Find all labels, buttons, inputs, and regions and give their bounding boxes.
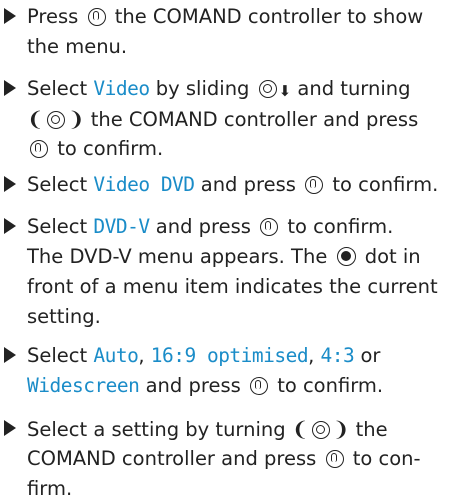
step-2-line-3: to confirm.: [27, 134, 462, 164]
step-1-line-1: Press the COMAND controller to show: [27, 2, 462, 32]
filled-radio-dot-icon: [336, 247, 356, 266]
step-text: the COMAND controller and press: [90, 108, 419, 131]
step-text: Select: [27, 344, 88, 367]
step-text: front of a menu item indicates the curre…: [27, 275, 438, 298]
step-text: firm.: [27, 477, 73, 500]
step-text: Select a setting by turning: [27, 418, 286, 441]
step-3: Select Video DVD and press to confirm.: [0, 170, 462, 200]
step-text: and press: [200, 173, 296, 196]
step-6-line-1: Select a setting by turning ❨ ❩ the: [27, 414, 462, 444]
step-text: Press: [27, 5, 79, 28]
menu-item-video-dvd: Video DVD: [93, 173, 195, 196]
step-text: by sliding: [155, 77, 250, 100]
separator: ,: [308, 344, 315, 367]
step-text: the COMAND controller to show: [114, 5, 424, 28]
step-text: to confirm.: [57, 137, 164, 160]
controller-press-icon: [87, 8, 106, 26]
menu-item-dvd-v: DVD-V: [93, 215, 150, 238]
step-text: to confirm.: [332, 173, 439, 196]
step-6-line-3: firm.: [27, 474, 462, 504]
triangle-bullet-icon: [4, 347, 16, 363]
step-text: the: [355, 418, 388, 441]
controller-press-icon: [305, 176, 324, 194]
step-4-line-1: Select DVD-V and press to confirm.: [27, 212, 462, 242]
controller-press-icon: [249, 377, 268, 395]
menu-item-4-3: 4:3: [320, 344, 355, 367]
step-text: and turning: [297, 77, 411, 100]
step-text: and press: [155, 215, 251, 238]
step-3-line-1: Select Video DVD and press to confirm.: [27, 170, 462, 200]
step-4-line-2: The DVD-V menu appears. The dot in: [27, 242, 462, 272]
controller-turn-icon: ❨ ❩: [27, 107, 85, 131]
step-5-line-1: Select Auto, 16:9 optimised, 4:3 or: [27, 341, 462, 371]
step-4-line-3: front of a menu item indicates the curre…: [27, 272, 462, 302]
triangle-bullet-icon: [4, 176, 16, 192]
menu-item-video: Video: [93, 77, 150, 100]
step-text: Select: [27, 173, 88, 196]
step-4: Select DVD-V and press to confirm. The D…: [0, 212, 462, 332]
controller-turn-icon: ❨ ❩: [291, 417, 350, 441]
controller-press-icon: [30, 140, 48, 158]
step-text: Select: [27, 77, 88, 100]
step-5: Select Auto, 16:9 optimised, 4:3 or Wide…: [0, 341, 462, 401]
arrow-down-icon: ⬇: [278, 82, 292, 100]
menu-item-widescreen: Widescreen: [27, 374, 140, 397]
step-text: setting.: [27, 305, 101, 328]
triangle-bullet-icon: [4, 420, 16, 436]
step-text: and press: [145, 374, 241, 397]
step-text: COMAND controller and press: [27, 447, 317, 470]
step-text: the menu.: [27, 35, 128, 58]
triangle-bullet-icon: [4, 80, 16, 96]
step-text: or: [360, 344, 381, 367]
separator: ,: [138, 344, 145, 367]
step-4-line-4: setting.: [27, 302, 462, 332]
menu-item-16-9-optimised: 16:9 optimised: [150, 344, 309, 367]
step-text: dot in: [364, 245, 421, 268]
step-1: Press the COMAND controller to show the …: [0, 2, 462, 62]
step-6: Select a setting by turning ❨ ❩ the COMAN…: [0, 414, 462, 504]
step-5-line-2: Widescreen and press to confirm.: [27, 371, 462, 401]
controller-press-icon: [325, 450, 344, 468]
triangle-bullet-icon: [4, 218, 16, 234]
step-text: to confirm.: [287, 215, 394, 238]
menu-item-auto: Auto: [93, 344, 139, 367]
triangle-bullet-icon: [4, 8, 16, 24]
step-text: to con-: [352, 447, 421, 470]
step-text: to confirm.: [277, 374, 384, 397]
step-text: The DVD-V menu appears. The: [27, 245, 328, 268]
step-6-line-2: COMAND controller and press to con-: [27, 444, 462, 474]
instruction-list: Press the COMAND controller to show the …: [0, 0, 462, 502]
controller-slide-down-icon: [258, 80, 277, 98]
step-2: Select Video by sliding ⬇ and turning ❨ ❩…: [0, 74, 462, 164]
controller-press-icon: [260, 218, 279, 236]
step-2-line-2: ❨ ❩ the COMAND controller and press: [27, 104, 462, 134]
step-1-line-2: the menu.: [27, 32, 462, 62]
step-text: Select: [27, 215, 88, 238]
step-2-line-1: Select Video by sliding ⬇ and turning: [27, 74, 462, 104]
